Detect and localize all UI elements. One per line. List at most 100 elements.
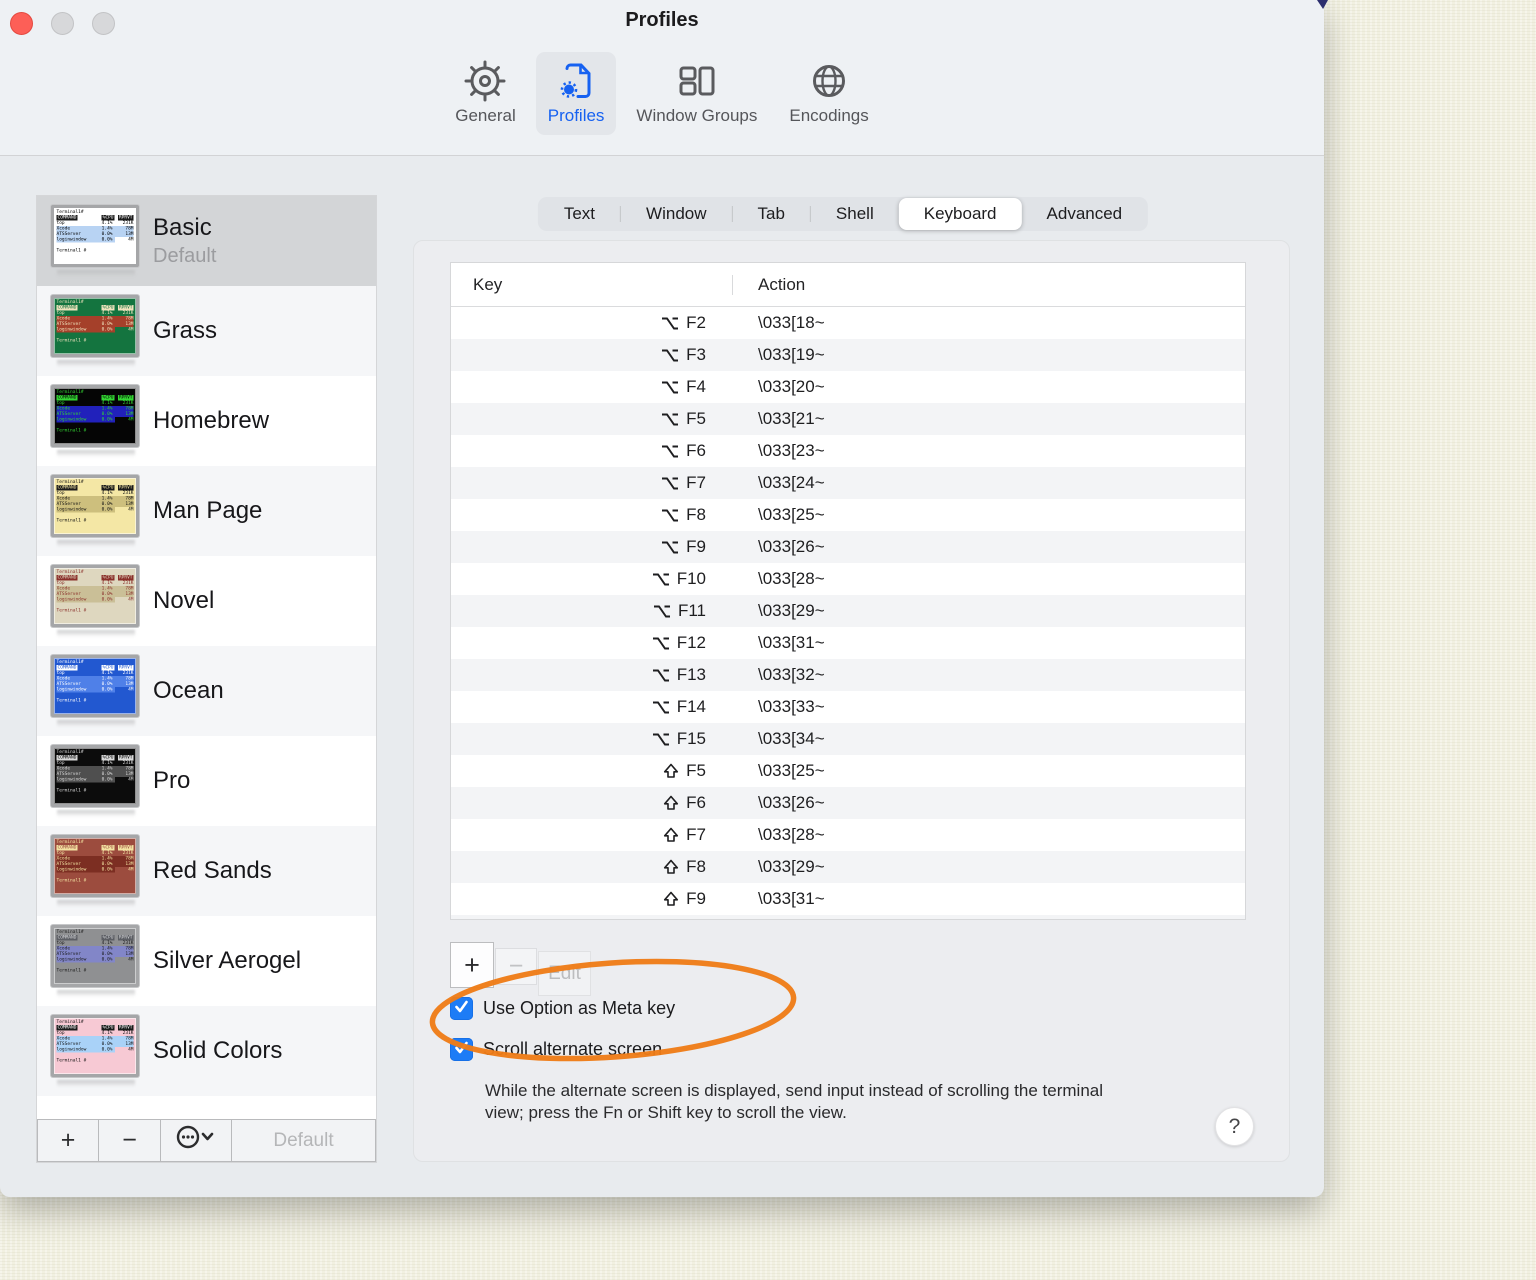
- table-body: F2 \033[18~ F3 \033[19~ F4 \033[20~ F5 \…: [451, 307, 1245, 915]
- use-option-as-meta-key-row: Use Option as Meta key: [450, 997, 675, 1020]
- toolbar-item-encodings[interactable]: Encodings: [777, 52, 880, 135]
- toolbar-item-window-groups[interactable]: Window Groups: [624, 52, 769, 135]
- key-label: F11: [677, 601, 706, 620]
- profile-list-item-basic[interactable]: Terminal1# COMMAND %CPU RPRVT top 4.1% 231K Xco…: [37, 196, 376, 286]
- profile-name: Basic: [153, 214, 212, 241]
- window-groups-icon: [674, 59, 720, 103]
- profile-list-item-silver-aerogel[interactable]: Terminal1# COMMAND %CPU RPRVT top 4.1% 231K Xco…: [37, 916, 376, 1006]
- profile-list-item-homebrew[interactable]: Terminal1# COMMAND %CPU RPRVT top 4.1% 231K Xco…: [37, 376, 376, 466]
- scroll-alternate-screen-checkbox[interactable]: [450, 1038, 473, 1061]
- tab-window[interactable]: Window: [621, 198, 731, 230]
- profile-list-item-pro[interactable]: Terminal1# COMMAND %CPU RPRVT top 4.1% 231K Xco…: [37, 736, 376, 826]
- shortcut-row[interactable]: F13 \033[32~: [451, 659, 1245, 691]
- action-value: \033[31~: [758, 889, 825, 908]
- remove-shortcut-button[interactable]: −: [495, 948, 537, 985]
- action-value: \033[25~: [758, 505, 825, 524]
- profile-tabs: Text Window Tab Shell Keyboard Advanced: [537, 197, 1149, 231]
- toolbar-item-general[interactable]: General: [443, 52, 527, 135]
- action-value: \033[28~: [758, 825, 825, 844]
- shortcut-row[interactable]: F8 \033[25~: [451, 499, 1245, 531]
- shortcut-row[interactable]: F9 \033[31~: [451, 883, 1245, 915]
- gear-icon: [462, 59, 508, 103]
- profile-thumbnail: Terminal1# COMMAND %CPU RPRVT top 4.1% 231K Xco…: [51, 205, 139, 267]
- tab-keyboard[interactable]: Keyboard: [898, 198, 1022, 230]
- keyboard-shortcuts-table[interactable]: Key Action F2 \033[18~ F3 \033[19~ F4 \0…: [450, 262, 1246, 920]
- profile-list-item-solid-colors[interactable]: Terminal1# COMMAND %CPU RPRVT top 4.1% 231K Xco…: [37, 1006, 376, 1096]
- action-value: \033[19~: [758, 345, 825, 364]
- shortcut-row[interactable]: F4 \033[20~: [451, 371, 1245, 403]
- toolbar-item-label: Window Groups: [636, 106, 758, 125]
- key-label: F3: [686, 345, 706, 364]
- shortcut-row[interactable]: F9 \033[26~: [451, 531, 1245, 563]
- thumbnail-reflection: [57, 1080, 135, 1087]
- shortcut-row[interactable]: F5 \033[21~: [451, 403, 1245, 435]
- key-label: F10: [676, 569, 706, 588]
- shortcut-row[interactable]: F11 \033[29~: [451, 595, 1245, 627]
- key-label: F4: [686, 377, 706, 396]
- profile-name: Novel: [153, 587, 215, 614]
- key-label: F13: [676, 665, 706, 684]
- shift-key-icon: [663, 859, 679, 875]
- partial-row: [451, 915, 1245, 919]
- edit-shortcut-button[interactable]: Edit: [538, 951, 591, 996]
- profile-name: Ocean: [153, 677, 224, 704]
- profile-list-item-red-sands[interactable]: Terminal1# COMMAND %CPU RPRVT top 4.1% 231K Xco…: [37, 826, 376, 916]
- profile-list-item-novel[interactable]: Terminal1# COMMAND %CPU RPRVT top 4.1% 231K Xco…: [37, 556, 376, 646]
- tab-shell[interactable]: Shell: [811, 198, 899, 230]
- action-value: \033[24~: [758, 473, 825, 492]
- shortcut-row[interactable]: F6 \033[26~: [451, 787, 1245, 819]
- profile-list-item-man-page[interactable]: Terminal1# COMMAND %CPU RPRVT top 4.1% 231K Xco…: [37, 466, 376, 556]
- profile-thumbnail: Terminal1# COMMAND %CPU RPRVT top 4.1% 231K Xco…: [51, 475, 139, 537]
- column-divider[interactable]: [732, 275, 733, 295]
- remove-profile-button[interactable]: −: [98, 1119, 160, 1162]
- use-option-as-meta-key-checkbox[interactable]: [450, 997, 473, 1020]
- shortcut-row[interactable]: F15 \033[34~: [451, 723, 1245, 755]
- toolbar-item-profiles[interactable]: Profiles: [535, 52, 617, 135]
- shortcut-row[interactable]: F12 \033[31~: [451, 627, 1245, 659]
- shortcut-row[interactable]: F3 \033[19~: [451, 339, 1245, 371]
- tab-text[interactable]: Text: [539, 198, 620, 230]
- shortcut-row[interactable]: F10 \033[28~: [451, 563, 1245, 595]
- shift-key-icon: [663, 827, 679, 843]
- checkmark-icon: [453, 998, 470, 1020]
- profile-subtitle: Default: [153, 245, 217, 267]
- key-label: F7: [686, 825, 706, 844]
- sidebar-footer-bar: + − Default: [37, 1119, 376, 1162]
- action-value: \033[20~: [758, 377, 825, 396]
- profile-list-item-grass[interactable]: Terminal1# COMMAND %CPU RPRVT top 4.1% 231K Xco…: [37, 286, 376, 376]
- toolbar-item-label: Profiles: [547, 106, 605, 125]
- shortcut-row[interactable]: F6 \033[23~: [451, 435, 1245, 467]
- shortcut-row[interactable]: F8 \033[29~: [451, 851, 1245, 883]
- profile-list-item-ocean[interactable]: Terminal1# COMMAND %CPU RPRVT top 4.1% 231K Xco…: [37, 646, 376, 736]
- more-options-button[interactable]: [160, 1119, 231, 1162]
- shortcut-row[interactable]: F7 \033[28~: [451, 819, 1245, 851]
- default-profile-button[interactable]: Default: [231, 1119, 376, 1162]
- profile-thumbnail: Terminal1# COMMAND %CPU RPRVT top 4.1% 231K Xco…: [51, 295, 139, 357]
- add-profile-button[interactable]: +: [37, 1119, 98, 1162]
- shortcut-row[interactable]: F5 \033[25~: [451, 755, 1245, 787]
- thumbnail-reflection: [57, 360, 135, 367]
- key-label: F2: [686, 313, 706, 332]
- tab-advanced[interactable]: Advanced: [1022, 198, 1148, 230]
- thumbnail-reflection: [57, 990, 135, 997]
- shortcut-row[interactable]: F14 \033[33~: [451, 691, 1245, 723]
- shortcut-row[interactable]: F2 \033[18~: [451, 307, 1245, 339]
- key-label: F8: [686, 857, 706, 876]
- action-value: \033[29~: [758, 601, 825, 620]
- option-key-icon: [652, 572, 670, 587]
- action-value: \033[33~: [758, 697, 825, 716]
- profile-name: Pro: [153, 767, 191, 794]
- key-label: F9: [686, 889, 706, 908]
- shift-key-icon: [663, 763, 679, 779]
- key-column-header: Key: [473, 274, 503, 294]
- option-key-icon: [661, 444, 679, 459]
- profile-name: Solid Colors: [153, 1037, 283, 1064]
- thumbnail-reflection: [57, 720, 135, 727]
- tab-tab[interactable]: Tab: [733, 198, 810, 230]
- option-key-icon: [661, 380, 679, 395]
- shortcut-row[interactable]: F7 \033[24~: [451, 467, 1245, 499]
- add-shortcut-button[interactable]: +: [450, 942, 494, 988]
- key-label: F5: [686, 409, 706, 428]
- help-button[interactable]: ?: [1215, 1107, 1254, 1146]
- use-option-as-meta-key-label: Use Option as Meta key: [483, 998, 676, 1018]
